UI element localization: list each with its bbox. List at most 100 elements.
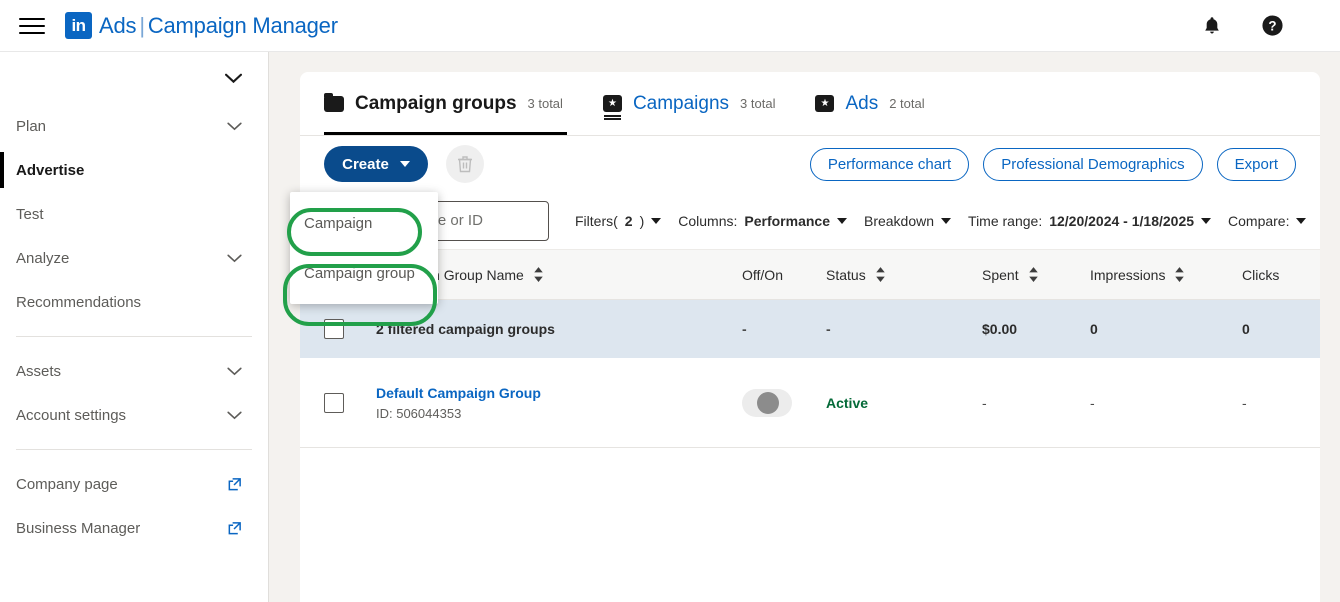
external-link-icon [227,477,242,492]
campaign-group-name-cell: Default Campaign Group ID: 506044353 [376,385,742,421]
column-header-spent[interactable]: Spent [982,266,1090,283]
columns-dropdown[interactable]: Columns: Performance [678,213,847,229]
sidebar-item-account-settings[interactable]: Account settings [0,393,268,437]
performance-chart-button[interactable]: Performance chart [809,147,970,181]
sort-icon[interactable] [1173,266,1186,283]
column-header-status[interactable]: Status [826,266,982,283]
sidebar-item-analyze[interactable]: Analyze [0,236,268,280]
filters-count: 2 [624,212,633,229]
sidebar-item-label: Recommendations [16,293,142,311]
columns-label: Columns: [678,212,738,229]
column-header-clicks[interactable]: Clicks [1242,267,1340,283]
compare-label: Compare: [1228,212,1290,229]
chevron-down-icon [836,217,847,224]
entity-tabs: Campaign groups 3 total ★ Campaigns 3 to… [300,72,1320,136]
sidebar-item-recommendations[interactable]: Recommendations [0,280,268,324]
tab-count: 3 total [740,96,776,111]
filters-dropdown[interactable]: Filters( 2) [575,212,662,229]
sidebar-item-test[interactable]: Test [0,192,268,236]
select-all-checkbox[interactable] [324,319,344,339]
tab-campaigns[interactable]: ★ Campaigns 3 total [602,72,798,135]
bell-icon[interactable] [1200,14,1224,38]
table-header: Campaign Group Name Off/On Status Spent [300,250,1320,300]
summary-spent: $0.00 [982,321,1018,337]
column-label: Spent [982,266,1019,283]
campaign-group-link[interactable]: Default Campaign Group [376,385,742,401]
brand-secondary: Campaign Manager [147,12,338,38]
create-dropdown-menu: Campaign Campaign group [290,192,438,304]
summary-impressions: 0 [1090,321,1098,337]
question-circle-icon[interactable]: ? [1260,14,1284,38]
create-button-label: Create [342,155,389,173]
compare-dropdown[interactable]: Compare: [1228,212,1307,229]
sidebar-item-label: Analyze [16,249,70,267]
chevron-down-icon [227,254,242,262]
sidebar-item-assets[interactable]: Assets [0,349,268,393]
column-label: Clicks [1242,266,1280,283]
brand-separator: | [139,12,145,38]
create-menu-item-campaign-group[interactable]: Campaign group [290,248,438,298]
chevron-down-icon [227,367,242,375]
time-range-dropdown[interactable]: Time range: 12/20/2024 - 1/18/2025 [968,212,1212,229]
impressions-cell: - [1090,394,1095,411]
column-header-off-on: Off/On [742,267,826,283]
summary-off-on: - [742,321,747,337]
sidebar-item-plan[interactable]: Plan [0,104,268,148]
column-header-impressions[interactable]: Impressions [1090,266,1242,283]
filters-label: Filters( [575,212,618,229]
time-range-value: 12/20/2024 - 1/18/2025 [1049,212,1195,229]
tab-count: 3 total [527,96,563,111]
chevron-down-icon [225,73,242,83]
linkedin-logo-icon: in [65,12,92,39]
export-button[interactable]: Export [1216,147,1296,181]
campaign-manager-app: in Ads | Campaign Manager ? Plan Adverti… [0,0,1340,602]
create-button[interactable]: Create [324,146,428,182]
status-toggle[interactable] [742,388,792,417]
folder-icon [324,92,344,112]
sidebar-divider-1 [16,336,252,337]
hamburger-icon[interactable] [19,16,45,36]
filters-label-end: ) [639,212,645,229]
toolbar-right-actions: Performance chart Professional Demograph… [809,147,1296,181]
sort-icon[interactable] [532,266,545,283]
summary-label: 2 filtered campaign groups [376,321,555,337]
sidebar-item-label: Test [16,205,44,223]
off-on-cell [742,388,826,417]
tab-count: 2 total [889,96,925,111]
status-badge: Active [826,394,869,411]
chevron-down-icon [399,161,410,167]
tab-ads[interactable]: ★ Ads 2 total [815,72,946,135]
campaign-groups-card: Campaign groups 3 total ★ Campaigns 3 to… [300,72,1320,602]
chevron-down-icon [1201,217,1212,224]
chevron-down-icon [227,122,242,130]
summary-status: - [826,321,831,337]
sidebar-item-label: Advertise [16,161,85,179]
sidebar: Plan Advertise Test Analyze Recommendati… [0,52,269,602]
sort-icon[interactable] [1027,266,1040,283]
sidebar-item-advertise[interactable]: Advertise [0,148,268,192]
sidebar-item-label: Company page [16,475,118,493]
top-bar: in Ads | Campaign Manager ? [0,0,1340,52]
sort-icon[interactable] [874,266,887,283]
sidebar-item-label: Account settings [16,406,127,424]
trash-icon [458,156,472,173]
brand-primary: Ads [99,12,137,38]
account-collapse-toggle[interactable] [0,52,268,104]
campaign-badge-icon: ★ [602,95,622,117]
clicks-cell: - [1242,394,1247,411]
chevron-down-icon [651,217,662,224]
brand[interactable]: in Ads | Campaign Manager [65,12,338,39]
professional-demographics-button[interactable]: Professional Demographics [983,147,1203,181]
toggle-knob [757,391,779,414]
spent-cell: - [982,394,987,411]
delete-button[interactable] [446,145,484,183]
brand-title: Ads | Campaign Manager [99,13,338,39]
breakdown-label: Breakdown [863,212,935,229]
breakdown-dropdown[interactable]: Breakdown [863,212,952,229]
row-checkbox[interactable] [324,392,344,413]
tab-campaign-groups[interactable]: Campaign groups 3 total [324,72,585,135]
sidebar-item-company-page[interactable]: Company page [0,462,268,506]
create-menu-item-campaign[interactable]: Campaign [290,198,438,248]
sidebar-item-business-manager[interactable]: Business Manager [0,506,268,550]
tab-label: Ads [845,92,879,114]
